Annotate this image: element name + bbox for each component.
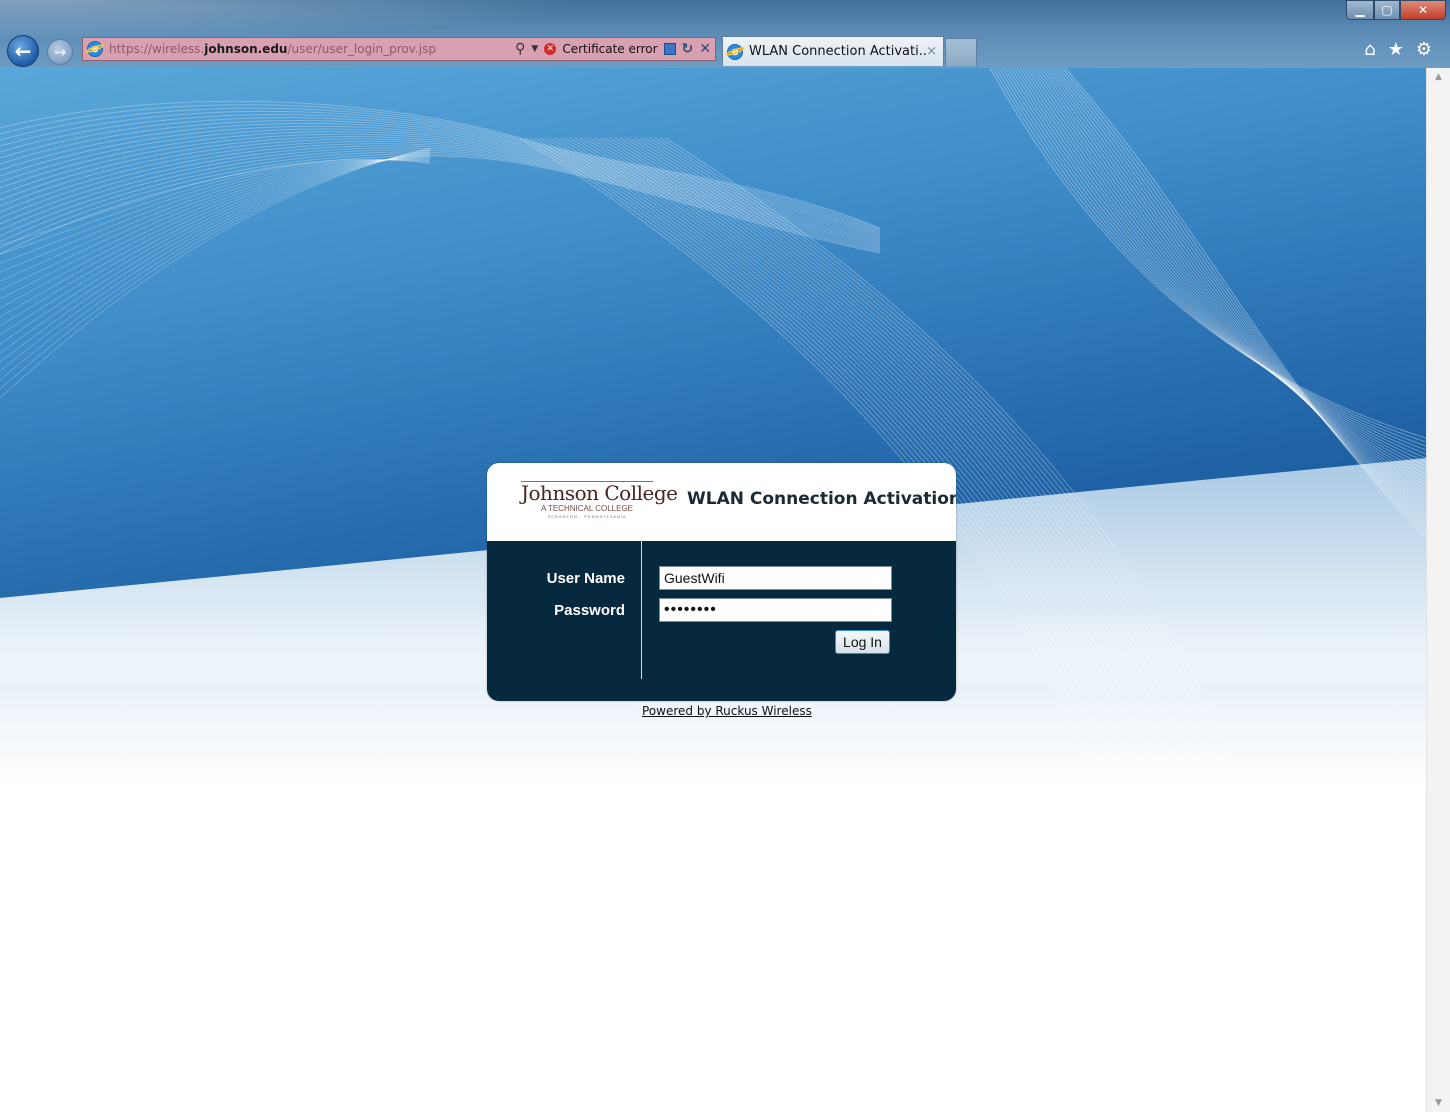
minimize-icon: ▁ (1355, 3, 1365, 17)
url-prefix: https://wireless. (109, 42, 205, 56)
password-field[interactable] (659, 598, 892, 622)
window-controls: ▁ ▢ ✕ (1346, 0, 1446, 20)
username-field[interactable] (659, 566, 892, 590)
toolbar-glow (0, 0, 600, 40)
logo-name: Johnson College (521, 481, 678, 505)
vertical-scrollbar[interactable]: ▲ ▼ (1426, 68, 1450, 1112)
browser-right-tools: ⌂ ★ ⚙ (1364, 39, 1432, 60)
maximize-button[interactable]: ▢ (1374, 0, 1400, 20)
logo-location: SCRANTON · PENNSYLVANIA (547, 514, 627, 519)
stop-icon[interactable]: ✕ (699, 41, 711, 57)
browser-toolbar: ← → https://wireless. johnson.edu/user/us… (0, 0, 1450, 69)
ie-page-icon (87, 41, 103, 57)
back-arrow-icon: ← (14, 39, 32, 63)
url-path: /user/user_login_prov.jsp (287, 42, 436, 56)
search-icon[interactable]: ⚲ (515, 41, 525, 57)
tab-label: WLAN Connection Activati... (749, 44, 927, 59)
star-icon[interactable]: ★ (1388, 39, 1404, 60)
url-domain: johnson.edu (204, 42, 288, 56)
login-button[interactable]: Log In (835, 630, 890, 654)
window-close-button[interactable]: ✕ (1400, 0, 1446, 20)
chevron-down-icon[interactable]: ▼ (531, 44, 538, 54)
username-label: User Name (546, 570, 625, 587)
home-icon[interactable]: ⌂ (1364, 39, 1375, 60)
tab-wlan-connection[interactable]: WLAN Connection Activati... × (722, 36, 944, 66)
scroll-down-arrow-icon[interactable]: ▼ (1427, 1094, 1450, 1112)
forward-button[interactable]: → (47, 39, 73, 65)
ie-tab-icon (727, 43, 743, 60)
login-form: User Name Password Log In (487, 541, 956, 701)
scroll-up-arrow-icon[interactable]: ▲ (1427, 68, 1450, 86)
refresh-icon[interactable]: ↻ (682, 41, 694, 57)
password-label: Password (554, 602, 625, 619)
address-tools: ⚲ ▼ ✕ Certificate error ↻ ✕ (515, 41, 715, 57)
tab-close-icon[interactable]: × (926, 44, 937, 59)
new-tab-button[interactable] (945, 38, 977, 66)
back-button[interactable]: ← (7, 35, 39, 67)
login-card-header: Johnson College A TECHNICAL COLLEGE SCRA… (487, 463, 956, 541)
logo-tagline: A TECHNICAL COLLEGE (540, 504, 634, 513)
form-divider (641, 541, 642, 679)
maximize-icon: ▢ (1381, 3, 1393, 17)
certificate-error-icon[interactable]: ✕ (544, 43, 557, 55)
login-card: Johnson College A TECHNICAL COLLEGE SCRA… (487, 463, 956, 701)
gear-icon[interactable]: ⚙ (1416, 39, 1432, 60)
page-title: WLAN Connection Activation (687, 489, 956, 509)
close-icon: ✕ (1417, 3, 1429, 17)
address-bar[interactable]: https://wireless. johnson.edu/user/user_l… (82, 37, 716, 61)
certificate-error-label[interactable]: Certificate error (562, 42, 657, 56)
forward-arrow-icon: → (53, 43, 67, 61)
college-logo: Johnson College A TECHNICAL COLLEGE SCRA… (521, 481, 678, 520)
compatibility-view-icon[interactable] (663, 43, 676, 55)
minimize-button[interactable]: ▁ (1346, 0, 1374, 20)
powered-by-link[interactable]: Powered by Ruckus Wireless (642, 704, 812, 718)
